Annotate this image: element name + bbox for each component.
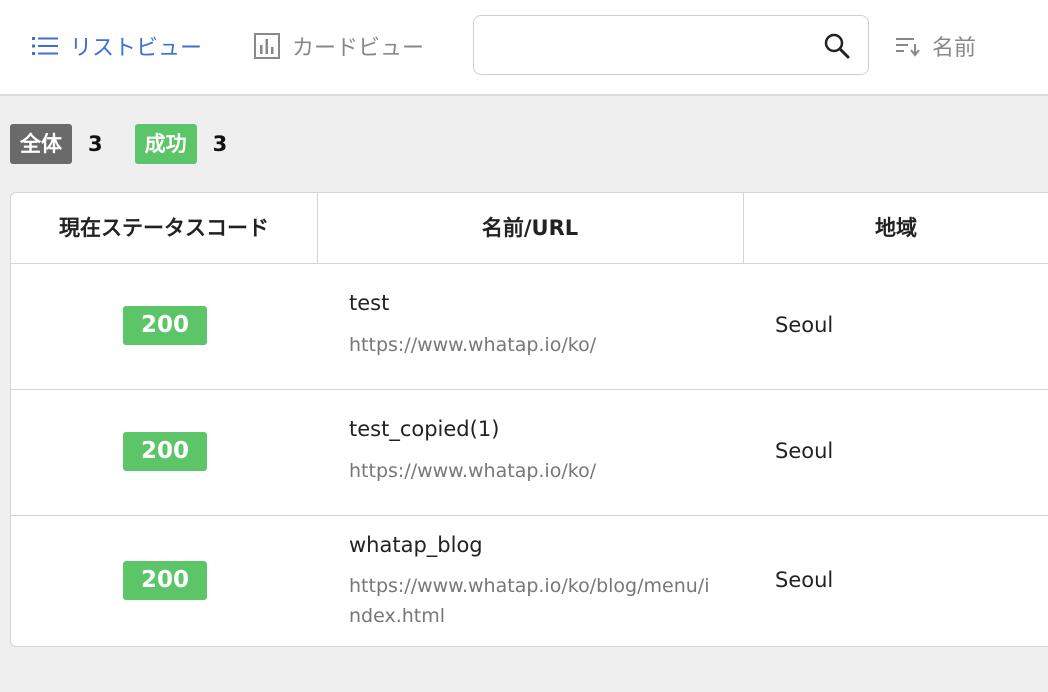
status-badge: 200 xyxy=(123,306,207,345)
search-input[interactable] xyxy=(488,28,812,64)
monitor-region: Seoul xyxy=(775,439,834,463)
header-status-code[interactable]: 現在ステータスコード xyxy=(11,193,318,263)
table-row[interactable]: 200 test https://www.whatap.io/ko/ Seoul xyxy=(11,263,1048,390)
top-toolbar: リストビュー カードビュー 名前 xyxy=(0,0,1048,96)
total-count: 3 xyxy=(88,132,103,156)
total-badge[interactable]: 全体 xyxy=(10,124,72,164)
sort-label: 名前 xyxy=(932,36,977,61)
header-region[interactable]: 地域 xyxy=(743,193,1048,263)
monitor-url: https://www.whatap.io/ko/ xyxy=(349,460,597,482)
list-view-label: リストビュー xyxy=(70,36,203,61)
list-icon xyxy=(32,37,58,55)
success-count: 3 xyxy=(212,132,228,156)
monitor-url: https://www.whatap.io/ko/blog/menu/index… xyxy=(349,575,710,627)
header-name-url[interactable]: 名前/URL xyxy=(317,193,744,263)
monitor-url: https://www.whatap.io/ko/ xyxy=(349,334,597,356)
monitor-region: Seoul xyxy=(775,313,834,337)
monitor-name: test xyxy=(349,291,390,315)
table-header: 現在ステータスコード 名前/URL 地域 xyxy=(11,193,1048,264)
monitor-region: Seoul xyxy=(775,568,834,592)
monitor-name: test_copied(1) xyxy=(349,417,500,441)
list-view-button[interactable]: リストビュー xyxy=(32,28,202,64)
status-badge: 200 xyxy=(123,561,207,600)
success-badge[interactable]: 成功 xyxy=(134,124,197,164)
card-view-button[interactable]: カードビュー xyxy=(254,28,424,64)
sort-button[interactable]: 名前 xyxy=(896,28,976,64)
status-badge: 200 xyxy=(123,432,207,471)
search-icon[interactable] xyxy=(824,33,850,59)
status-summary: 全体 3 成功 3 xyxy=(10,124,259,164)
table-row[interactable]: 200 whatap_blog https://www.whatap.io/ko… xyxy=(11,515,1048,646)
monitor-table: 現在ステータスコード 名前/URL 地域 200 test https://ww… xyxy=(10,192,1048,647)
sort-icon xyxy=(896,38,920,57)
monitor-name: whatap_blog xyxy=(349,533,483,557)
bar-chart-icon xyxy=(254,33,280,59)
table-row[interactable]: 200 test_copied(1) https://www.whatap.io… xyxy=(11,389,1048,516)
card-view-label: カードビュー xyxy=(292,36,425,61)
search-box[interactable] xyxy=(473,15,869,75)
